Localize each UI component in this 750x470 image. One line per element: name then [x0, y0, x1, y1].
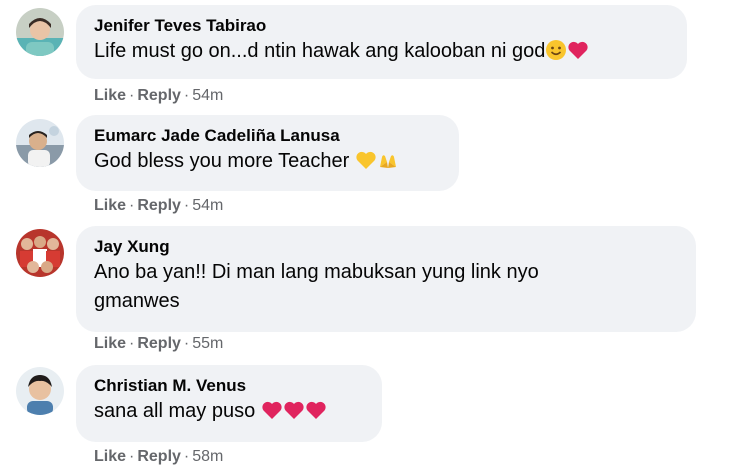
like-button[interactable]: Like [94, 197, 126, 214]
comment-text-line: gmanwes [94, 290, 180, 312]
separator: · [129, 448, 135, 465]
reply-button[interactable]: Reply [137, 335, 181, 352]
separator: · [183, 335, 190, 352]
comment-actions: Like · Reply · 55m [94, 334, 223, 354]
reply-button[interactable]: Reply [137, 197, 181, 214]
comment-timestamp[interactable]: 54m [192, 197, 223, 214]
like-button[interactable]: Like [94, 87, 126, 104]
red-heart-icon [284, 401, 304, 419]
comment-author[interactable]: Jenifer Teves Tabirao [94, 15, 671, 37]
comment-bubble: Jenifer Teves Tabirao Life must go on...… [76, 5, 687, 79]
avatar-image [16, 8, 64, 56]
comment-text-line: Ano ba yan!! Di man lang mabuksan yung l… [94, 261, 539, 283]
separator: · [183, 87, 190, 104]
avatar[interactable] [16, 8, 64, 56]
comment-text: Ano ba yan!! Di man lang mabuksan yung l… [94, 258, 680, 316]
avatar-image [16, 119, 64, 167]
separator: · [183, 197, 190, 214]
avatar[interactable] [16, 367, 64, 415]
like-button[interactable]: Like [94, 335, 126, 352]
comment-text: sana all may puso [94, 397, 366, 426]
separator: · [129, 197, 135, 214]
comment-bubble: Jay Xung Ano ba yan!! Di man lang mabuks… [76, 226, 696, 332]
comment-timestamp[interactable]: 55m [192, 335, 223, 352]
comment-author[interactable]: Eumarc Jade Cadeliña Lanusa [94, 125, 443, 147]
comment-author[interactable]: Jay Xung [94, 236, 680, 258]
separator: · [183, 448, 190, 465]
like-button[interactable]: Like [94, 448, 126, 465]
avatar[interactable] [16, 119, 64, 167]
raising-hands-icon [379, 155, 396, 168]
separator: · [129, 87, 135, 104]
comment-author[interactable]: Christian M. Venus [94, 375, 366, 397]
red-heart-icon [306, 401, 326, 419]
comment-timestamp[interactable]: 54m [192, 87, 223, 104]
comment-text-line: God bless you more Teacher [94, 150, 350, 172]
comment-text-line: sana all may puso [94, 400, 256, 422]
comment-text-line: Life must go on...d ntin hawak ang kaloo… [94, 40, 546, 62]
red-heart-icon [568, 41, 589, 59]
comment-timestamp[interactable]: 58m [192, 448, 223, 465]
red-heart-icon [262, 401, 282, 419]
comment-actions: Like · Reply · 54m [94, 86, 223, 106]
comment-bubble: Eumarc Jade Cadeliña Lanusa God bless yo… [76, 115, 459, 191]
reply-button[interactable]: Reply [137, 87, 181, 104]
comment-text: God bless you more Teacher [94, 147, 443, 176]
comment-actions: Like · Reply · 58m [94, 447, 223, 467]
reply-button[interactable]: Reply [137, 448, 181, 465]
avatar[interactable] [16, 229, 64, 277]
comment-actions: Like · Reply · 54m [94, 196, 223, 216]
separator: · [129, 335, 135, 352]
avatar-image [16, 367, 64, 415]
avatar-image [16, 229, 64, 277]
yellow-heart-icon [356, 151, 376, 169]
smiling-face-icon [546, 40, 567, 60]
comment-bubble: Christian M. Venus sana all may puso [76, 365, 382, 442]
comment-text: Life must go on...d ntin hawak ang kaloo… [94, 37, 671, 66]
